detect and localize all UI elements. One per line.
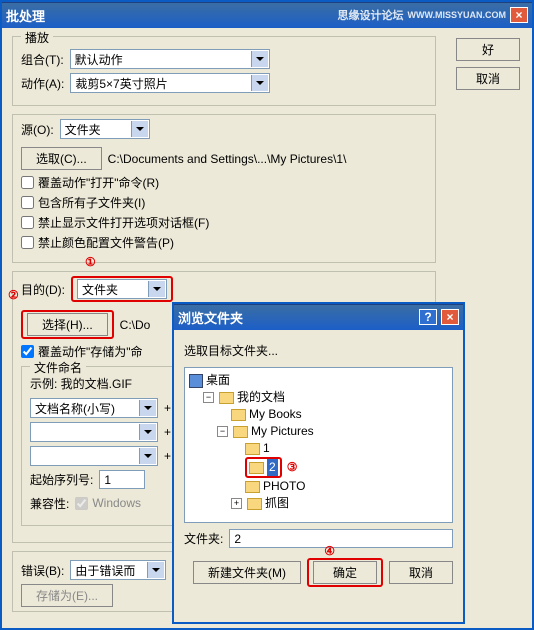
include-subfolders-check[interactable]: 包含所有子文件夹(I) <box>21 194 427 211</box>
error-saveas-button: 存储为(E)... <box>21 584 113 607</box>
watermark: 思缘设计论坛 <box>338 7 404 23</box>
ok-button[interactable]: 好 <box>456 38 520 61</box>
folder-icon <box>247 498 262 510</box>
desktop-icon <box>189 374 203 388</box>
set-select[interactable]: 默认动作 <box>70 49 270 69</box>
source-path: C:\Documents and Settings\...\My Picture… <box>108 152 347 166</box>
start-seq-input[interactable] <box>99 470 145 489</box>
tree-selected[interactable]: 2 <box>267 459 278 476</box>
folder-label: 文件夹: <box>184 530 223 547</box>
collapse-icon[interactable]: − <box>217 426 228 437</box>
dest-label: 目的(D): <box>21 281 65 298</box>
folder-open-icon <box>249 462 264 474</box>
naming-legend: 文件命名 <box>30 359 86 376</box>
set-label: 组合(T): <box>21 51 64 68</box>
error-select[interactable]: 由于错误而 <box>70 560 166 580</box>
browse-close-icon[interactable]: × <box>441 309 459 325</box>
annotation-4: ④ <box>324 544 335 558</box>
folder-icon <box>245 443 260 455</box>
browse-titlebar: 浏览文件夹 ? × <box>174 304 463 330</box>
folder-icon <box>219 392 234 404</box>
collapse-icon[interactable]: − <box>203 392 214 403</box>
folder-tree[interactable]: 桌面 −我的文档 My Books −My Pictures 1 2 ③ PHO… <box>184 367 453 523</box>
suppress-open-dialog-check[interactable]: 禁止显示文件打开选项对话框(F) <box>21 214 427 231</box>
source-label: 源(O): <box>21 121 54 138</box>
expand-icon[interactable]: + <box>231 498 242 509</box>
annotation-2: ② <box>8 288 19 302</box>
filename-part-select[interactable]: 文档名称(小写) <box>30 398 158 418</box>
annotation-3: ③ <box>287 459 298 476</box>
main-titlebar: 批处理 思缘设计论坛 WWW.MISSYUAN.COM × <box>2 2 532 28</box>
close-icon[interactable]: × <box>510 7 528 23</box>
filename-part-select-3[interactable] <box>30 446 158 466</box>
compat-windows-check: Windows <box>75 496 141 510</box>
watermark-url: WWW.MISSYUAN.COM <box>408 10 507 20</box>
dest-path: C:\Do <box>120 318 151 332</box>
browse-ok-button[interactable]: 确定 <box>313 561 377 584</box>
plus-label: + <box>164 401 171 415</box>
compat-label: 兼容性: <box>30 495 69 512</box>
suppress-color-warning-check[interactable]: 禁止颜色配置文件警告(P) <box>21 234 427 251</box>
cancel-button[interactable]: 取消 <box>456 67 520 90</box>
folder-icon <box>231 409 246 421</box>
browse-cancel-button[interactable]: 取消 <box>389 561 453 584</box>
folder-icon <box>233 426 248 438</box>
error-label: 错误(B): <box>21 562 64 579</box>
source-select[interactable]: 文件夹 <box>60 119 150 139</box>
browse-prompt: 选取目标文件夹... <box>184 342 453 359</box>
dest-select[interactable]: 文件夹 <box>77 279 167 299</box>
action-label: 动作(A): <box>21 75 64 92</box>
source-group: 源(O): 文件夹 选取(C)... C:\Documents and Sett… <box>12 114 436 263</box>
browse-title: 浏览文件夹 <box>178 308 419 327</box>
filename-part-select-2[interactable] <box>30 422 158 442</box>
play-group: 播放 组合(T): 默认动作 动作(A): 裁剪5×7英寸照片 <box>12 36 436 106</box>
main-title: 批处理 <box>6 6 338 25</box>
play-legend: 播放 <box>21 29 53 46</box>
help-icon[interactable]: ? <box>419 309 437 325</box>
folder-input[interactable] <box>229 529 453 548</box>
annotation-1: ① <box>85 255 96 269</box>
action-select[interactable]: 裁剪5×7英寸照片 <box>70 73 270 93</box>
new-folder-button[interactable]: 新建文件夹(M) <box>193 561 301 584</box>
folder-icon <box>245 481 260 493</box>
override-open-check[interactable]: 覆盖动作"打开"命令(R) <box>21 174 427 191</box>
dest-choose-button[interactable]: 选择(H)... <box>27 313 108 336</box>
source-choose-button[interactable]: 选取(C)... <box>21 147 102 170</box>
start-seq-label: 起始序列号: <box>30 471 93 488</box>
